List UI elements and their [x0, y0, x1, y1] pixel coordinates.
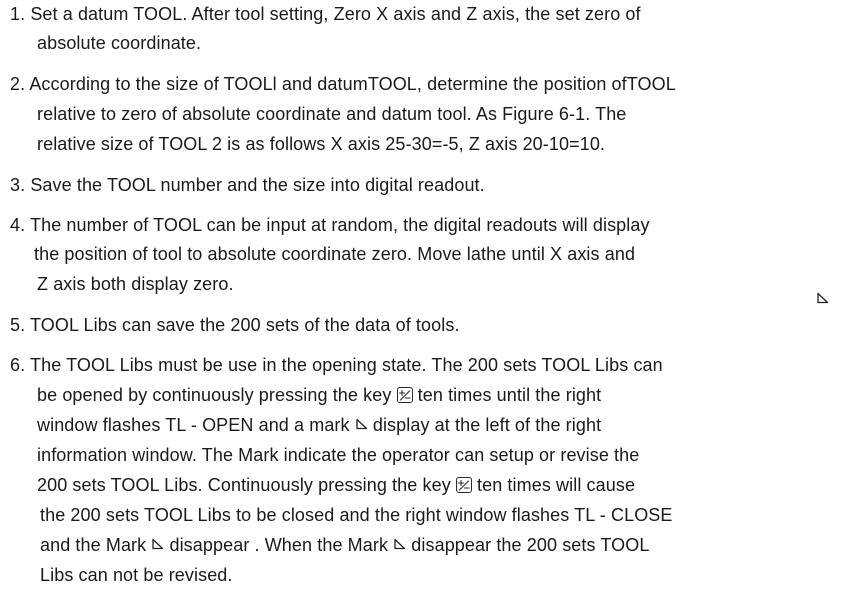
item-6-line-8: Libs can not be revised. — [40, 565, 233, 585]
item-2-line-3: relative size of TOOL 2 is as follows X … — [37, 134, 606, 154]
plus-minus-key-icon — [396, 387, 413, 403]
item-6-line-2-text-a: be opened by continuously pressing the k… — [37, 385, 397, 405]
item-6-line-7: and the Mark disappear . When the Mark d… — [40, 534, 649, 556]
item-4-line-2: the position of tool to absolute coordin… — [34, 244, 636, 264]
item-6-line-5-text-b: ten times will cause — [471, 475, 636, 495]
item-5-line-1: 5. TOOL Libs can save the 200 sets of th… — [10, 315, 460, 335]
item-6-line-3: window flashes TL - OPEN and a mark disp… — [37, 414, 601, 436]
item-6-line-7-text-a: and the Mark — [40, 535, 152, 555]
item-6-line-1: 6. The TOOL Libs must be use in the open… — [10, 355, 663, 375]
item-1-line-2: absolute coordinate. — [37, 33, 202, 53]
mark-icon — [355, 418, 368, 430]
item-6-line-7-text-b: disappear . When the Mark — [164, 535, 394, 555]
item-1-line-1: 1. Set a datum TOOL. After tool setting,… — [10, 4, 641, 24]
item-6-line-3-text-a: window flashes TL - OPEN and a mark — [37, 415, 355, 435]
item-2-line-1: 2. According to the size of TOOLl and da… — [10, 74, 676, 94]
item-6-line-2: be opened by continuously pressing the k… — [37, 384, 601, 406]
manual-page: 1. Set a datum TOOL. After tool setting,… — [0, 0, 859, 595]
plus-minus-key-icon — [455, 477, 472, 493]
item-6-line-7-text-c: disappear the 200 sets TOOL — [406, 535, 650, 555]
item-2-line-2: relative to zero of absolute coordinate … — [37, 104, 627, 124]
item-4-line-1: 4. The number of TOOL can be input at ra… — [10, 215, 650, 235]
item-4-line-3: Z axis both display zero. — [37, 274, 234, 294]
item-6-line-4: information window. The Mark indicate th… — [37, 445, 640, 465]
mark-icon — [393, 538, 406, 550]
item-6-line-5-text-a: 200 sets TOOL Libs. Continuously pressin… — [37, 475, 456, 495]
item-6-line-3-text-b: display at the left of the right — [367, 415, 602, 435]
item-6-line-6: the 200 sets TOOL Libs to be closed and … — [40, 505, 673, 525]
mark-icon — [816, 291, 829, 304]
item-6-line-2-text-b: ten times until the right — [412, 385, 602, 405]
item-3-line-1: 3. Save the TOOL number and the size int… — [10, 175, 485, 195]
mark-icon — [151, 538, 164, 550]
item-6-line-5: 200 sets TOOL Libs. Continuously pressin… — [37, 474, 635, 496]
